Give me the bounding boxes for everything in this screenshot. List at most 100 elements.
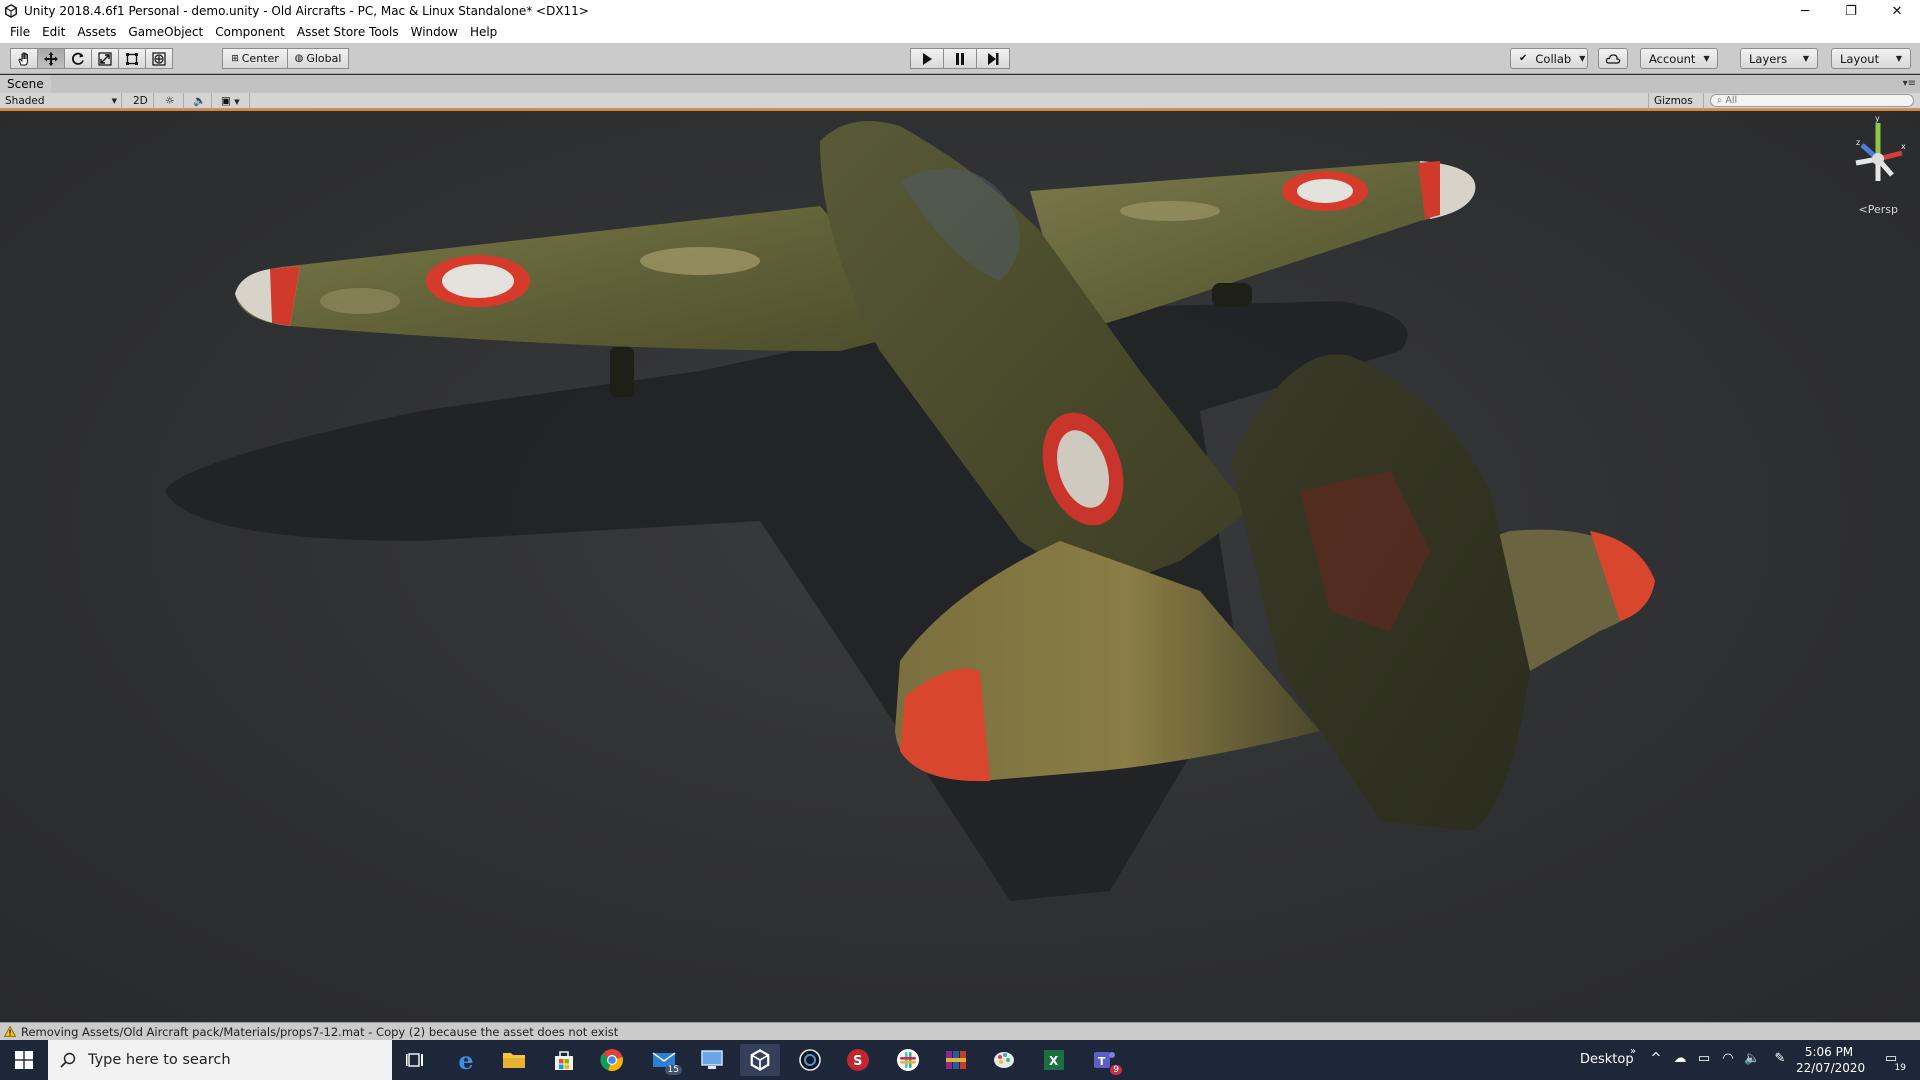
gizmo-y-label: y [1875,115,1880,123]
taskbar-search-input[interactable]: Type here to search [48,1040,392,1080]
wifi-icon[interactable]: ◠ [1720,1051,1736,1069]
chevron-left-icon: < [1858,203,1868,216]
speaker-icon: 🔈 [193,95,207,107]
layout-dropdown[interactable]: Layout ▼ [1831,48,1911,69]
cloud-icon [1605,53,1621,64]
audio-toggle[interactable]: 🔈 [188,93,212,109]
rotate-icon [72,52,84,65]
account-dropdown[interactable]: Account ▼ [1640,48,1718,69]
effects-dropdown[interactable]: ▣ ▼ [216,93,250,109]
taskbar-app-store[interactable] [544,1044,584,1076]
perspective-toggle[interactable]: <Persp [1859,203,1898,216]
taskbar-app-paint[interactable] [984,1044,1024,1076]
chevron-up-icon[interactable]: ^ [1648,1051,1664,1069]
desktop-toolbar-label[interactable]: Desktop [1580,1040,1634,1080]
system-clock[interactable]: 5:06 PM 22/07/2020 [1796,1044,1865,1076]
unity-icon [750,1049,770,1071]
task-view-button[interactable] [396,1044,436,1076]
hand-tool-button[interactable] [10,48,38,69]
warning-icon [4,1026,16,1037]
move-tool-button[interactable] [37,48,65,69]
scene-search-input[interactable]: ⌕ All [1710,94,1914,107]
status-bar[interactable]: Removing Assets/Old Aircraft pack/Materi… [0,1022,1920,1040]
svg-text:X: X [1049,1054,1059,1068]
slack-icon [897,1049,919,1071]
minimize-button[interactable]: ─ [1782,0,1828,22]
restore-button[interactable]: ❐ [1828,0,1874,22]
chevron-down-icon: ▼ [1802,54,1809,63]
step-icon [988,52,999,65]
transform-tool-button[interactable] [145,48,173,69]
step-button[interactable] [976,48,1010,69]
pause-button[interactable] [943,48,977,69]
chevron-down-icon: ▼ [1895,54,1902,63]
taskbar-app-mail[interactable]: 15 [644,1044,684,1076]
gizmos-dropdown[interactable]: Gizmos ▼ [1648,93,1704,122]
scene-viewport[interactable]: y z x <Persp [0,111,1920,1022]
cloud-services-button[interactable] [1598,48,1628,69]
taskbar-app-remote-desktop[interactable] [692,1044,732,1076]
onedrive-cloud-icon[interactable]: ☁ [1672,1051,1688,1069]
pivot-center-label: Center [241,52,279,65]
menu-assets[interactable]: Assets [71,22,122,43]
orientation-gizmo[interactable]: y z x [1848,115,1908,205]
volume-icon[interactable]: 🔈 [1744,1051,1760,1069]
chevron-double-right-icon[interactable]: » [1630,1040,1636,1080]
taskbar-app-file-explorer[interactable] [494,1044,534,1076]
gizmos-label: Gizmos [1654,95,1693,107]
battery-icon[interactable]: ▭ [1696,1051,1712,1069]
space-global-toggle[interactable]: ◍ Global [287,48,349,69]
cinema4d-icon [799,1049,821,1071]
menu-component[interactable]: Component [209,22,291,43]
toggle-2d-button[interactable]: 2D [128,93,154,109]
excel-icon: X [1044,1050,1064,1070]
collab-label: Collab [1535,51,1572,66]
taskbar-app-edge[interactable]: e [446,1044,486,1076]
menu-file[interactable]: File [4,22,36,43]
pen-workspace-icon[interactable]: ✎ [1772,1051,1788,1069]
menu-window[interactable]: Window [405,22,464,43]
menu-gameobject[interactable]: GameObject [122,22,209,43]
layout-group: Layout ▼ [1831,48,1911,69]
rotate-tool-button[interactable] [64,48,92,69]
notification-center-button[interactable]: ▭ 19 [1878,1051,1906,1073]
account-label: Account [1649,51,1696,66]
task-view-icon [406,1053,423,1067]
menu-help[interactable]: Help [464,22,503,43]
lighting-toggle[interactable]: ☼ [160,93,184,109]
unity-logo-icon [5,4,17,18]
move-icon [44,51,58,66]
collab-check-icon: ✔ [1519,53,1528,64]
menu-edit[interactable]: Edit [36,22,71,43]
shading-mode-label: Shaded [5,95,45,107]
account-group: Account ▼ [1640,48,1718,69]
taskbar-app-cinema4d[interactable] [790,1044,830,1076]
tab-scene[interactable]: Scene [0,75,51,93]
taskbar-app-substance[interactable]: S [838,1044,878,1076]
edge-icon: e [458,1045,474,1075]
sun-icon: ☼ [165,95,175,107]
taskbar-app-teams[interactable]: T 9 [1084,1044,1124,1076]
rect-tool-button[interactable] [118,48,146,69]
shading-mode-dropdown[interactable]: Shaded ▼ [0,93,122,109]
hand-icon [18,52,28,65]
taskbar-app-unity[interactable] [740,1044,780,1076]
close-button[interactable]: ✕ [1874,0,1920,22]
taskbar-app-winrar[interactable] [936,1044,976,1076]
start-button[interactable] [0,1040,48,1080]
svg-text:T: T [1098,1055,1106,1068]
taskbar-app-chrome[interactable] [592,1044,632,1076]
layout-label: Layout [1840,51,1880,66]
layers-dropdown[interactable]: Layers ▼ [1740,48,1818,69]
collab-dropdown[interactable]: ✔ Collab ▼ [1510,48,1588,69]
aircraft-render [165,121,1655,901]
taskbar-app-slack[interactable] [888,1044,928,1076]
scale-tool-button[interactable] [91,48,119,69]
play-button[interactable] [910,48,944,69]
taskbar-app-excel[interactable]: X [1034,1044,1074,1076]
panel-menu-icon[interactable]: ▾≡ [1903,78,1916,89]
mail-badge: 15 [664,1065,682,1075]
palette-icon [994,1052,1014,1068]
menu-asset-store-tools[interactable]: Asset Store Tools [291,22,405,43]
pivot-center-toggle[interactable]: ⊞ Center [222,48,288,69]
